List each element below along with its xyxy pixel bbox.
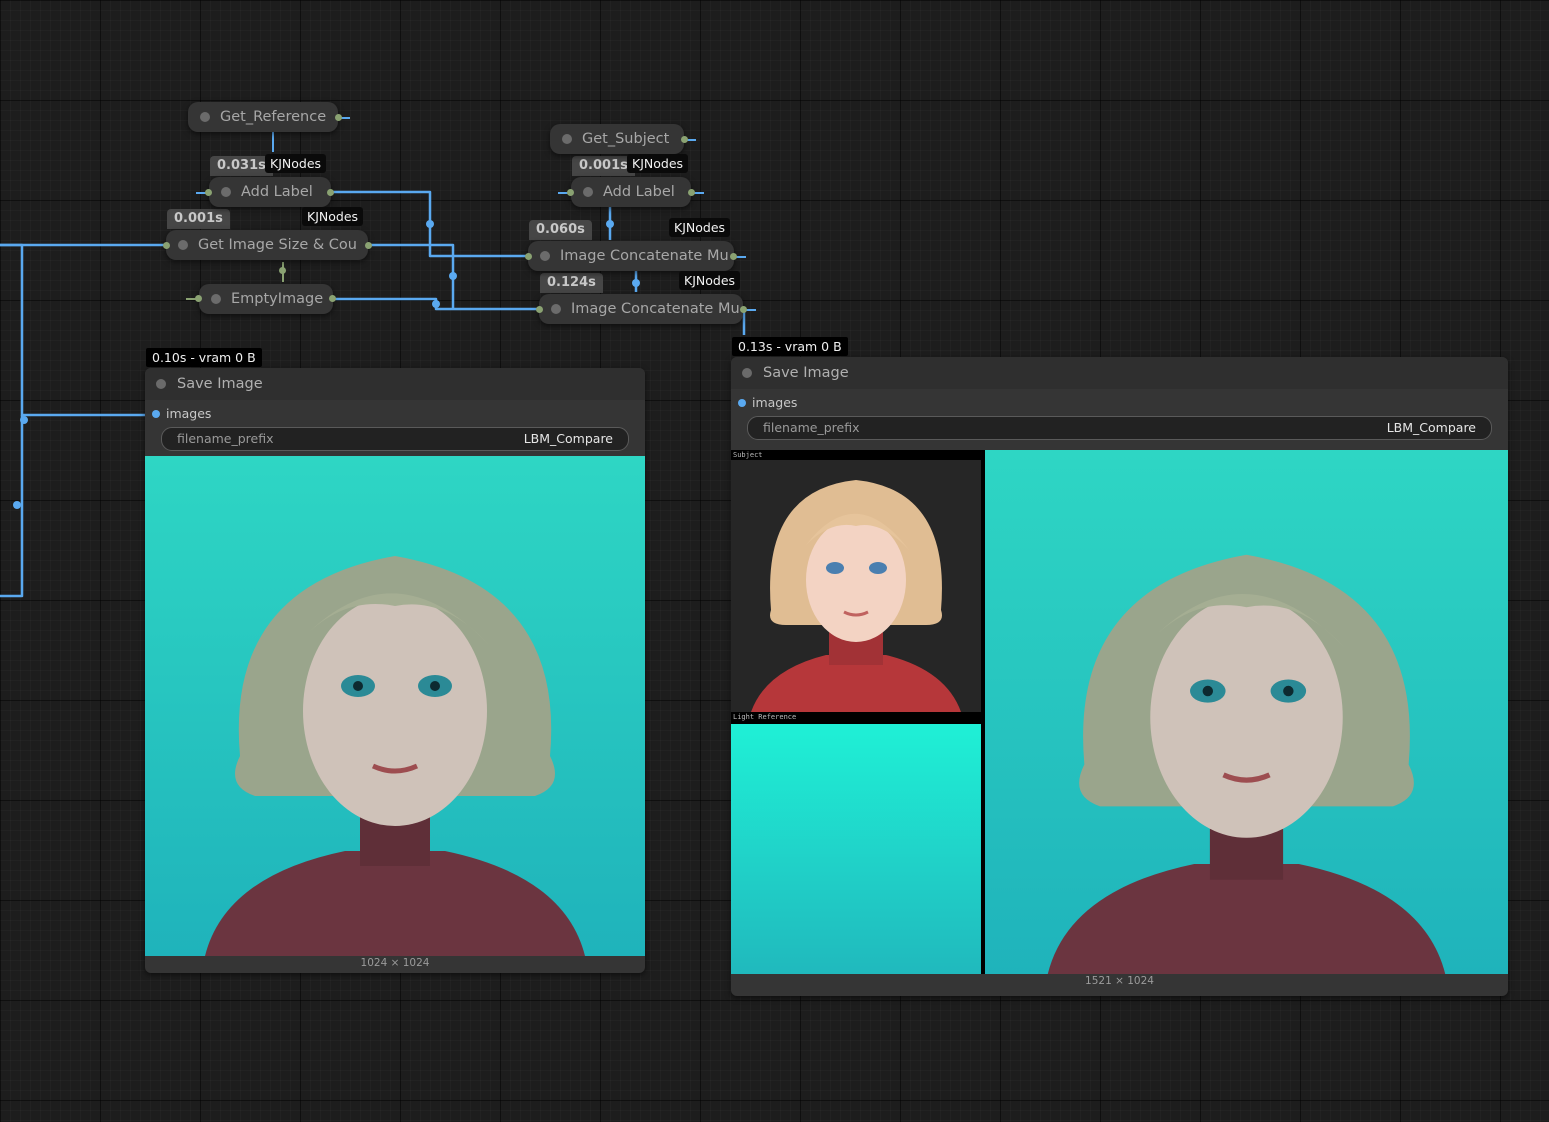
- output-slot[interactable]: [335, 114, 342, 121]
- output-slot-int[interactable]: [279, 267, 286, 274]
- input-slot[interactable]: [536, 306, 543, 313]
- execution-time-badge: 0.031s: [210, 156, 273, 176]
- execution-time-badge: 0.001s: [572, 156, 635, 176]
- output-slot[interactable]: [740, 306, 747, 313]
- output-slot[interactable]: [327, 189, 334, 196]
- node-title: Image Concatenate Mu: [571, 301, 740, 317]
- link-image-left: [0, 243, 148, 417]
- execution-time-badge: 0.001s: [167, 209, 230, 229]
- node-title: Get_Reference: [220, 109, 327, 125]
- add-label-node-1[interactable]: Add Label: [209, 177, 331, 207]
- input-slot-images[interactable]: [152, 410, 160, 418]
- node-title: Get_Subject: [582, 131, 670, 147]
- image-dimensions: 1024 × 1024: [360, 957, 430, 969]
- execution-status: 0.10s - vram 0 B: [146, 348, 262, 367]
- execution-status: 0.13s - vram 0 B: [732, 337, 848, 356]
- image-dimensions: 1521 × 1024: [1085, 975, 1154, 987]
- output-slot[interactable]: [329, 295, 336, 302]
- node-title: Get Image Size & Cou: [198, 237, 357, 253]
- filename-prefix-field[interactable]: filename_prefix LBM_Compare: [747, 416, 1492, 440]
- collapse-dot-icon[interactable]: [562, 134, 572, 144]
- node-source-tag: KJNodes: [265, 154, 327, 173]
- save-image-node-left[interactable]: Save Image images filename_prefix LBM_Co…: [145, 368, 645, 973]
- get-image-size-node[interactable]: Get Image Size & Cou: [166, 230, 368, 260]
- light-reference-image: [731, 724, 981, 974]
- empty-image-node[interactable]: EmptyImage: [199, 284, 333, 314]
- filename-prefix-field[interactable]: filename_prefix LBM_Compare: [161, 427, 629, 451]
- node-source-tag: KJNodes: [669, 218, 731, 237]
- input-label: images: [166, 406, 212, 421]
- link-image-left-2: [0, 415, 24, 598]
- collapse-dot-icon[interactable]: [583, 187, 593, 197]
- node-header[interactable]: Save Image: [145, 368, 645, 400]
- output-slot[interactable]: [688, 189, 695, 196]
- input-slot-images[interactable]: [738, 399, 746, 407]
- result-image: [985, 450, 1508, 974]
- subject-image: [731, 460, 981, 712]
- collapse-dot-icon[interactable]: [221, 187, 231, 197]
- node-title: Save Image: [763, 365, 849, 381]
- widget-name: filename_prefix: [177, 431, 274, 446]
- node-title: Add Label: [241, 184, 313, 200]
- node-title: Image Concatenate Mu: [560, 248, 729, 264]
- execution-time-badge: 0.124s: [540, 273, 603, 293]
- output-slot[interactable]: [730, 253, 737, 260]
- portrait-image: [145, 456, 645, 956]
- node-source-tag: KJNodes: [627, 154, 689, 173]
- image-preview[interactable]: [145, 456, 645, 956]
- link-empty-out: [333, 297, 538, 311]
- node-title: Save Image: [177, 376, 263, 392]
- collapse-dot-icon[interactable]: [742, 368, 752, 378]
- collapse-dot-icon[interactable]: [178, 240, 188, 250]
- execution-time-badge: 0.060s: [529, 220, 592, 240]
- widget-name: filename_prefix: [763, 420, 860, 435]
- add-label-node-2[interactable]: Add Label: [571, 177, 691, 207]
- link-size-out: [370, 243, 455, 309]
- node-title: Add Label: [603, 184, 675, 200]
- node-source-tag: KJNodes: [302, 207, 364, 226]
- node-source-tag: KJNodes: [679, 271, 741, 290]
- collapse-dot-icon[interactable]: [211, 294, 221, 304]
- image-preview[interactable]: Subject Light Reference: [731, 450, 1508, 974]
- get-subject-node[interactable]: Get_Subject: [550, 124, 684, 154]
- widget-value: LBM_Compare: [523, 431, 613, 446]
- image-concatenate-node-1[interactable]: Image Concatenate Mu: [528, 241, 734, 271]
- node-header[interactable]: Save Image: [731, 357, 1508, 389]
- input-label: images: [752, 395, 798, 410]
- input-slot[interactable]: [567, 189, 574, 196]
- output-slot[interactable]: [365, 242, 372, 249]
- save-image-node-right[interactable]: Save Image images filename_prefix LBM_Co…: [731, 357, 1508, 996]
- panel-label-light-reference: Light Reference: [731, 712, 981, 722]
- collapse-dot-icon[interactable]: [551, 304, 561, 314]
- panel-label-subject: Subject: [731, 450, 981, 460]
- get-reference-node[interactable]: Get_Reference: [188, 102, 338, 132]
- input-slot[interactable]: [525, 253, 532, 260]
- input-slot[interactable]: [163, 242, 170, 249]
- image-concatenate-node-2[interactable]: Image Concatenate Mu: [539, 294, 743, 324]
- input-slot[interactable]: [205, 189, 212, 196]
- node-title: EmptyImage: [231, 291, 324, 307]
- collapse-dot-icon[interactable]: [540, 251, 550, 261]
- collapse-dot-icon[interactable]: [200, 112, 210, 122]
- output-slot[interactable]: [681, 136, 688, 143]
- collapse-dot-icon[interactable]: [156, 379, 166, 389]
- input-slot[interactable]: [195, 295, 202, 302]
- widget-value: LBM_Compare: [1386, 420, 1476, 435]
